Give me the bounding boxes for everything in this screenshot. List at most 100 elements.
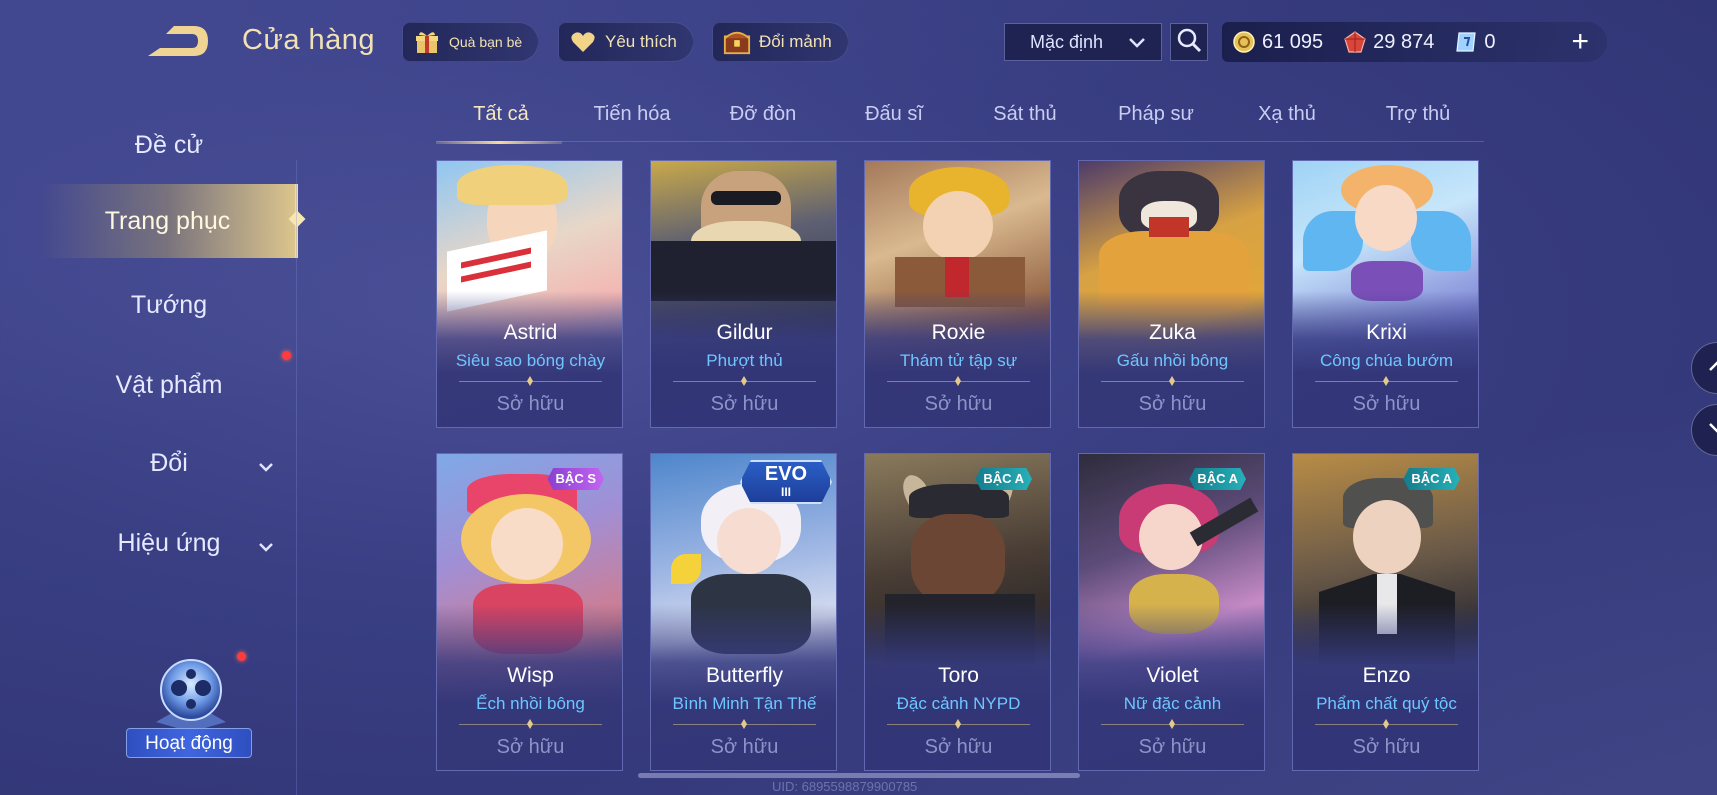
skin-name: Công chúa bướm	[1319, 351, 1454, 370]
chevron-down-icon	[1127, 33, 1147, 56]
gem-amount: 29 874	[1373, 30, 1435, 53]
skin-card[interactable]: BẬC A Violet Nữ đặc cảnh Sở hữu	[1078, 453, 1265, 771]
skin-artwork	[651, 161, 836, 427]
sidebar-divider	[296, 160, 297, 795]
tab-mage[interactable]: Pháp sư	[1091, 96, 1221, 142]
skin-name: Phẩm chất quý tộc	[1316, 694, 1457, 713]
hero-name: Enzo	[1362, 664, 1411, 687]
skin-card[interactable]: BẬC S Wisp Ếch nhồi bông Sở hữu	[436, 453, 623, 771]
chevron-down-icon	[258, 452, 274, 481]
owned-status: Sở hữu	[1138, 736, 1207, 758]
tab-tank[interactable]: Đỡ đòn	[698, 96, 828, 142]
chevron-up-icon	[1707, 359, 1717, 378]
friend-gift-button[interactable]: Quà bạn bè	[402, 22, 540, 62]
hero-name: Toro	[938, 664, 979, 687]
sidebar-item-label: Trang phục	[104, 206, 231, 235]
search-icon	[1176, 27, 1202, 58]
evo-level: III	[780, 485, 791, 499]
sidebar-item-heroes[interactable]: Tướng	[40, 268, 298, 342]
sort-selected-value: Mặc định	[1030, 31, 1104, 52]
add-currency-button[interactable]: +	[1571, 26, 1589, 58]
hero-name: Gildur	[716, 321, 773, 344]
skin-name: Phượt thủ	[706, 351, 783, 370]
skin-name: Thám tử tập sự	[899, 351, 1018, 370]
treasure-chest-icon	[723, 28, 751, 56]
voucher-icon	[1454, 30, 1478, 54]
heart-icon	[569, 28, 597, 56]
hero-name: Zuka	[1149, 321, 1196, 344]
sidebar-item-items[interactable]: Vật phẩm	[40, 348, 298, 422]
skin-artwork	[865, 161, 1050, 427]
gift-icon	[413, 28, 441, 56]
skin-name: Đặc cảnh NYPD	[896, 694, 1021, 713]
tab-support[interactable]: Trợ thủ	[1353, 96, 1483, 142]
voucher-balance: 0	[1454, 30, 1495, 54]
skin-card[interactable]: Astrid Siêu sao bóng chày Sở hữu	[436, 160, 623, 428]
owned-status: Sở hữu	[1352, 736, 1421, 758]
sidebar-item-exchange[interactable]: Đổi	[40, 426, 298, 500]
owned-status: Sở hữu	[710, 736, 779, 758]
tab-marksman[interactable]: Xạ thủ	[1222, 96, 1352, 142]
owned-status: Sở hữu	[1138, 393, 1207, 415]
tier-badge: BẬC A	[975, 468, 1032, 490]
back-arrow-icon[interactable]	[140, 22, 212, 60]
tab-assassin[interactable]: Sát thủ	[960, 96, 1090, 142]
tier-badge: BẬC A	[1189, 468, 1246, 490]
owned-status: Sở hữu	[1352, 393, 1421, 415]
tab-evolution[interactable]: Tiến hóa	[567, 96, 697, 142]
search-button[interactable]	[1170, 23, 1208, 61]
owned-status: Sở hữu	[496, 736, 565, 758]
skin-card[interactable]: Roxie Thám tử tập sự Sở hữu	[864, 160, 1051, 428]
currency-bar: 61 095 29 874 0 +	[1222, 22, 1607, 62]
evo-label: EVO	[764, 463, 808, 485]
tab-all[interactable]: Tất cả	[436, 96, 566, 144]
sidebar-item-recommended[interactable]: Đề cử	[40, 108, 298, 182]
scroll-up-button[interactable]	[1691, 342, 1717, 394]
tier-badge: BẬC A	[1403, 468, 1460, 490]
chevron-down-icon	[1707, 421, 1717, 440]
page-title: Cửa hàng	[242, 24, 376, 56]
coin-amount: 61 095	[1262, 30, 1324, 53]
gem-balance: 29 874	[1343, 30, 1434, 54]
red-gem-icon	[1343, 30, 1367, 54]
owned-status: Sở hữu	[496, 393, 565, 415]
shard-exchange-button[interactable]: Đổi mảnh	[712, 22, 849, 62]
skin-grid: Astrid Siêu sao bóng chày Sở hữu Gildur …	[436, 160, 1486, 780]
sidebar-item-label: Đề cử	[134, 130, 204, 159]
sidebar-item-label: Đổi	[150, 448, 188, 477]
owned-status: Sở hữu	[924, 393, 993, 415]
skin-card[interactable]: BẬC A Toro Đặc cảnh NYPD Sở hữu	[864, 453, 1051, 771]
friend-gift-label: Quà bạn bè	[449, 34, 523, 50]
skin-name: Bình Minh Tận Thế	[672, 694, 817, 713]
activity-button[interactable]: Hoạt động	[126, 652, 256, 762]
sidebar-item-label: Vật phẩm	[115, 370, 223, 399]
hero-name: Astrid	[503, 321, 558, 344]
skin-artwork	[437, 161, 622, 427]
skin-card[interactable]: Zuka Gấu nhồi bông Sở hữu	[1078, 160, 1265, 428]
sort-dropdown[interactable]: Mặc định	[1004, 23, 1162, 61]
hero-name: Roxie	[931, 321, 986, 344]
favorites-button[interactable]: Yêu thích	[558, 22, 694, 62]
category-tabs: Tất cả Tiến hóa Đỡ đòn Đấu sĩ Sát thủ Ph…	[436, 96, 1484, 144]
horizontal-scrollbar[interactable]	[638, 773, 1080, 778]
skin-artwork	[1293, 161, 1478, 427]
skin-card[interactable]: BẬC A Enzo Phẩm chất quý tộc Sở hữu	[1292, 453, 1479, 771]
sidebar-item-skins[interactable]: Trang phục	[40, 184, 306, 258]
skin-card[interactable]: EVO III Butterfly Bình Minh Tận Thế Sở h…	[650, 453, 837, 771]
activity-label: Hoạt động	[126, 728, 252, 758]
skin-card[interactable]: Gildur Phượt thủ Sở hữu	[650, 160, 837, 428]
tab-fighter[interactable]: Đấu sĩ	[829, 96, 959, 142]
user-id: UID: 6895598879900785	[772, 779, 918, 794]
skin-card[interactable]: Krixi Công chúa bướm Sở hữu	[1292, 160, 1479, 428]
hero-name: Butterfly	[705, 664, 784, 687]
notification-dot	[282, 351, 291, 360]
hero-name: Violet	[1146, 664, 1199, 687]
skin-artwork	[1079, 161, 1264, 427]
sidebar-item-effects[interactable]: Hiệu ứng	[40, 506, 298, 580]
notification-dot	[237, 652, 246, 661]
coin-balance: 61 095	[1232, 30, 1323, 54]
sidebar-item-label: Hiệu ứng	[117, 528, 221, 557]
scroll-down-button[interactable]	[1691, 404, 1717, 456]
owned-status: Sở hữu	[710, 393, 779, 415]
tier-badge: BẬC S	[547, 468, 604, 490]
